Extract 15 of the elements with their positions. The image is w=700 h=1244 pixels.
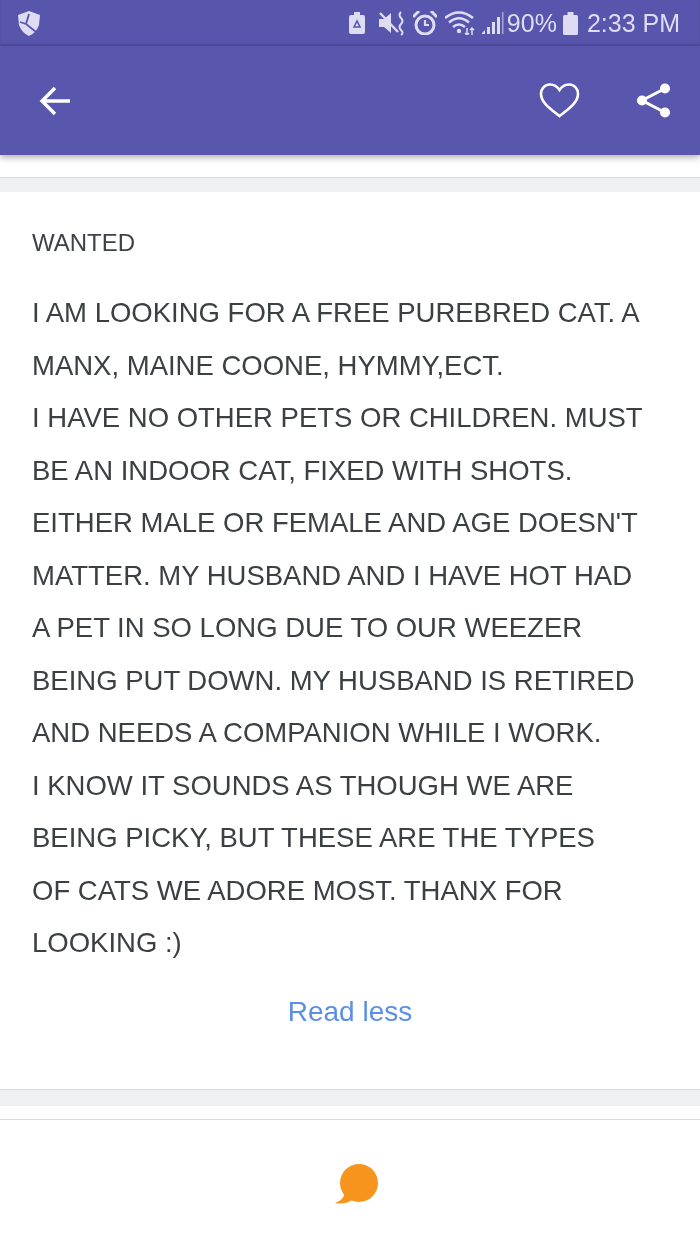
share-icon bbox=[637, 83, 670, 118]
back-arrow-icon bbox=[39, 85, 70, 116]
signal-icon bbox=[481, 12, 504, 34]
listing-category: WANTED bbox=[32, 228, 137, 258]
alarm-icon bbox=[412, 11, 437, 35]
battery-percent: 90% bbox=[506, 8, 557, 38]
mute-vibrate-icon bbox=[378, 10, 404, 36]
listing-description: I AM LOOKING FOR A FREE PUREBRED CAT. A MANX, MAINE COONE, HYMMY,ECT. I HAVE NO OTHER PETS OR CHILDREN. MUST BE AN INDOOR CAT, FIXED WITH SHOTS. EITHER MALE OR FEMALE AND AGE DOESN'T MATTER. MY HUSBAND AND I HAVE HOT HAD A PET IN SO LONG DUE TO OUR WEEZER BEING PUT DOWN. MY HUSBAND IS RETIRED AND NEEDS A COMPANION WHILE I WORK. I KNOW IT SOUNDS AS THOUGH WE ARE BEING PICKY, BUT THESE ARE THE TYPES OF CATS WE ADORE MOST. THANX FOR LOOKING :) bbox=[32, 296, 644, 960]
battery-saver-icon bbox=[348, 12, 365, 34]
battery-icon bbox=[562, 11, 578, 35]
read-less-link[interactable]: Read less bbox=[287, 991, 413, 1032]
shield-icon bbox=[17, 10, 40, 36]
heart-icon bbox=[539, 83, 580, 118]
clock-time: 2:33 PM bbox=[586, 8, 680, 38]
wifi-icon bbox=[444, 11, 475, 35]
